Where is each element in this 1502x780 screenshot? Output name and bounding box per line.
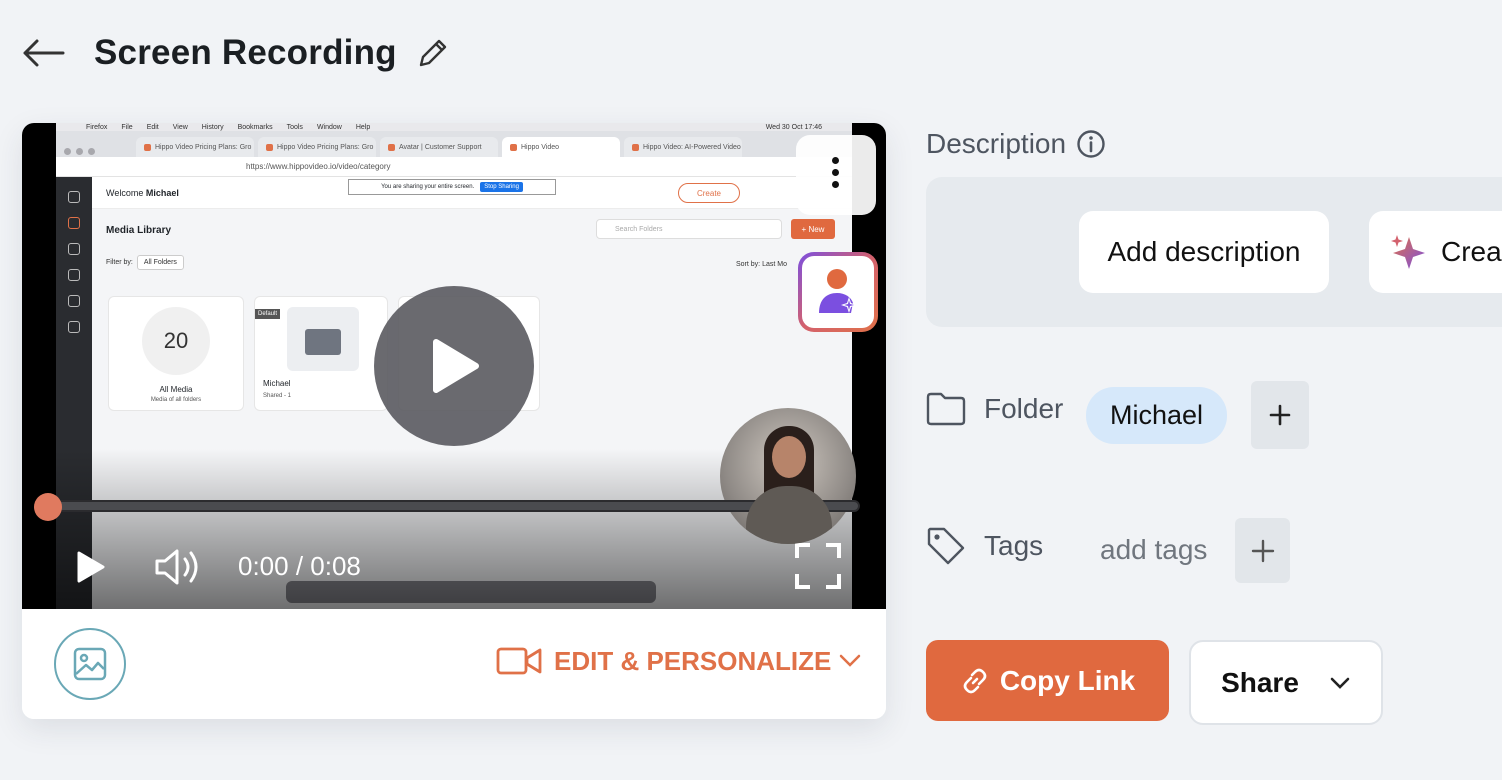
play-icon	[77, 551, 105, 583]
time-display: 0:00 / 0:08	[238, 551, 361, 581]
video-camera-icon	[496, 647, 542, 675]
volume-button[interactable]	[152, 545, 204, 589]
media-new-button: + New	[791, 219, 835, 239]
edit-title-button[interactable]	[415, 35, 451, 71]
add-tag-button[interactable]	[1235, 518, 1290, 583]
tag-icon	[927, 527, 965, 565]
ai-avatar-button[interactable]	[798, 252, 878, 332]
share-button[interactable]: Share	[1189, 640, 1383, 725]
thumbnail-button[interactable]	[54, 628, 126, 700]
big-play-button[interactable]	[374, 286, 534, 446]
page-title: Screen Recording	[94, 32, 397, 72]
copy-link-label: Copy Link	[999, 664, 1136, 696]
menu-item: Window	[316, 123, 342, 131]
image-icon	[73, 647, 107, 681]
browser-tab-strip: Hippo Video Pricing Plans: Gro Hippo Vid…	[56, 131, 852, 157]
back-button[interactable]	[20, 33, 66, 73]
edit-personalize-menu[interactable]: EDIT & PERSONALIZE	[496, 641, 861, 681]
grid-icon	[68, 243, 80, 255]
all-media-card: 20 All Media Media of all folders	[108, 296, 244, 411]
chart-icon	[68, 295, 80, 307]
play-icon	[433, 339, 479, 393]
browser-tab-active: Hippo Video	[502, 137, 620, 157]
more-vertical-icon	[832, 157, 840, 193]
pencil-icon	[419, 39, 446, 66]
library-icon	[68, 217, 80, 229]
menu-item: View	[172, 123, 188, 131]
folder-chip[interactable]: Michael	[1086, 387, 1227, 444]
welcome-text: Welcome	[106, 187, 144, 198]
folder-icon	[926, 392, 966, 426]
browser-tab: Hippo Video: AI-Powered Video	[624, 137, 742, 157]
create-ai-label: Crea	[1441, 236, 1502, 267]
browser-tab: Avatar | Customer Support	[380, 137, 498, 157]
browser-tab: Hippo Video Pricing Plans: Gro	[136, 137, 254, 157]
create-ai-description-button[interactable]: Crea	[1369, 211, 1502, 293]
menu-item: Firefox	[86, 123, 108, 131]
link-icon	[963, 668, 987, 693]
layout-icon	[68, 269, 80, 281]
progress-bar[interactable]	[48, 500, 860, 512]
screen-share-banner: You are sharing your entire screen. Stop …	[348, 179, 556, 195]
presenter-avatar-bubble	[720, 408, 856, 544]
media-library-title: Media Library	[106, 225, 172, 236]
more-options-button[interactable]	[796, 135, 876, 215]
folder-label: Folder	[926, 392, 1063, 426]
home-icon	[68, 191, 80, 203]
clock: Wed 30 Oct 17:46	[765, 123, 822, 131]
menu-item: Tools	[286, 123, 303, 131]
menu-item: History	[201, 123, 224, 131]
tags-input[interactable]: add tags	[1100, 534, 1207, 566]
video-card: Firefox File Edit View History Bookmarks…	[22, 123, 886, 719]
sparkle-icon	[1391, 235, 1425, 269]
media-search: Search Folders	[596, 219, 782, 239]
menu-item: Help	[355, 123, 371, 131]
description-label: Description	[926, 128, 1106, 160]
browser-tab: Hippo Video Pricing Plans: Gro	[258, 137, 376, 157]
settings-icon	[68, 321, 80, 333]
arrow-left-icon	[23, 39, 65, 66]
welcome-user: Michael	[145, 187, 179, 198]
add-description-button[interactable]: Add description	[1079, 211, 1329, 293]
play-button[interactable]	[70, 547, 110, 587]
mac-menubar: Firefox File Edit View History Bookmarks…	[56, 123, 852, 131]
volume-icon	[155, 549, 198, 585]
media-sort: Sort by: Last Mo	[736, 261, 787, 268]
copy-link-button[interactable]: Copy Link	[926, 640, 1169, 721]
info-icon[interactable]	[1076, 129, 1106, 159]
menu-item: File	[121, 123, 133, 131]
ai-avatar-icon	[819, 269, 857, 313]
plus-icon	[1269, 404, 1291, 426]
folder-card: Default Michael Shared - 1	[254, 296, 388, 411]
video-card-footer: EDIT & PERSONALIZE	[22, 609, 886, 719]
window-controls	[64, 148, 95, 155]
video-player[interactable]: Firefox File Edit View History Bookmarks…	[22, 123, 886, 609]
fullscreen-button[interactable]	[792, 541, 844, 591]
menu-item: Edit	[146, 123, 159, 131]
plus-icon	[1251, 539, 1274, 562]
url-bar: https://www.hippovideo.io/video/category	[56, 157, 852, 177]
add-folder-button[interactable]	[1251, 381, 1309, 449]
tags-label: Tags	[926, 526, 1043, 566]
share-label: Share	[1221, 666, 1299, 698]
edit-personalize-label: EDIT & PERSONALIZE	[554, 645, 832, 676]
media-filter: Filter by: All Folders	[106, 255, 184, 270]
chevron-down-icon	[840, 654, 861, 667]
progress-handle[interactable]	[34, 493, 62, 521]
fullscreen-icon	[795, 543, 841, 589]
menu-item: Bookmarks	[237, 123, 273, 131]
create-pill: Create	[678, 183, 740, 203]
chevron-down-icon	[1330, 677, 1350, 689]
top-bar: Screen Recording	[0, 0, 1502, 105]
